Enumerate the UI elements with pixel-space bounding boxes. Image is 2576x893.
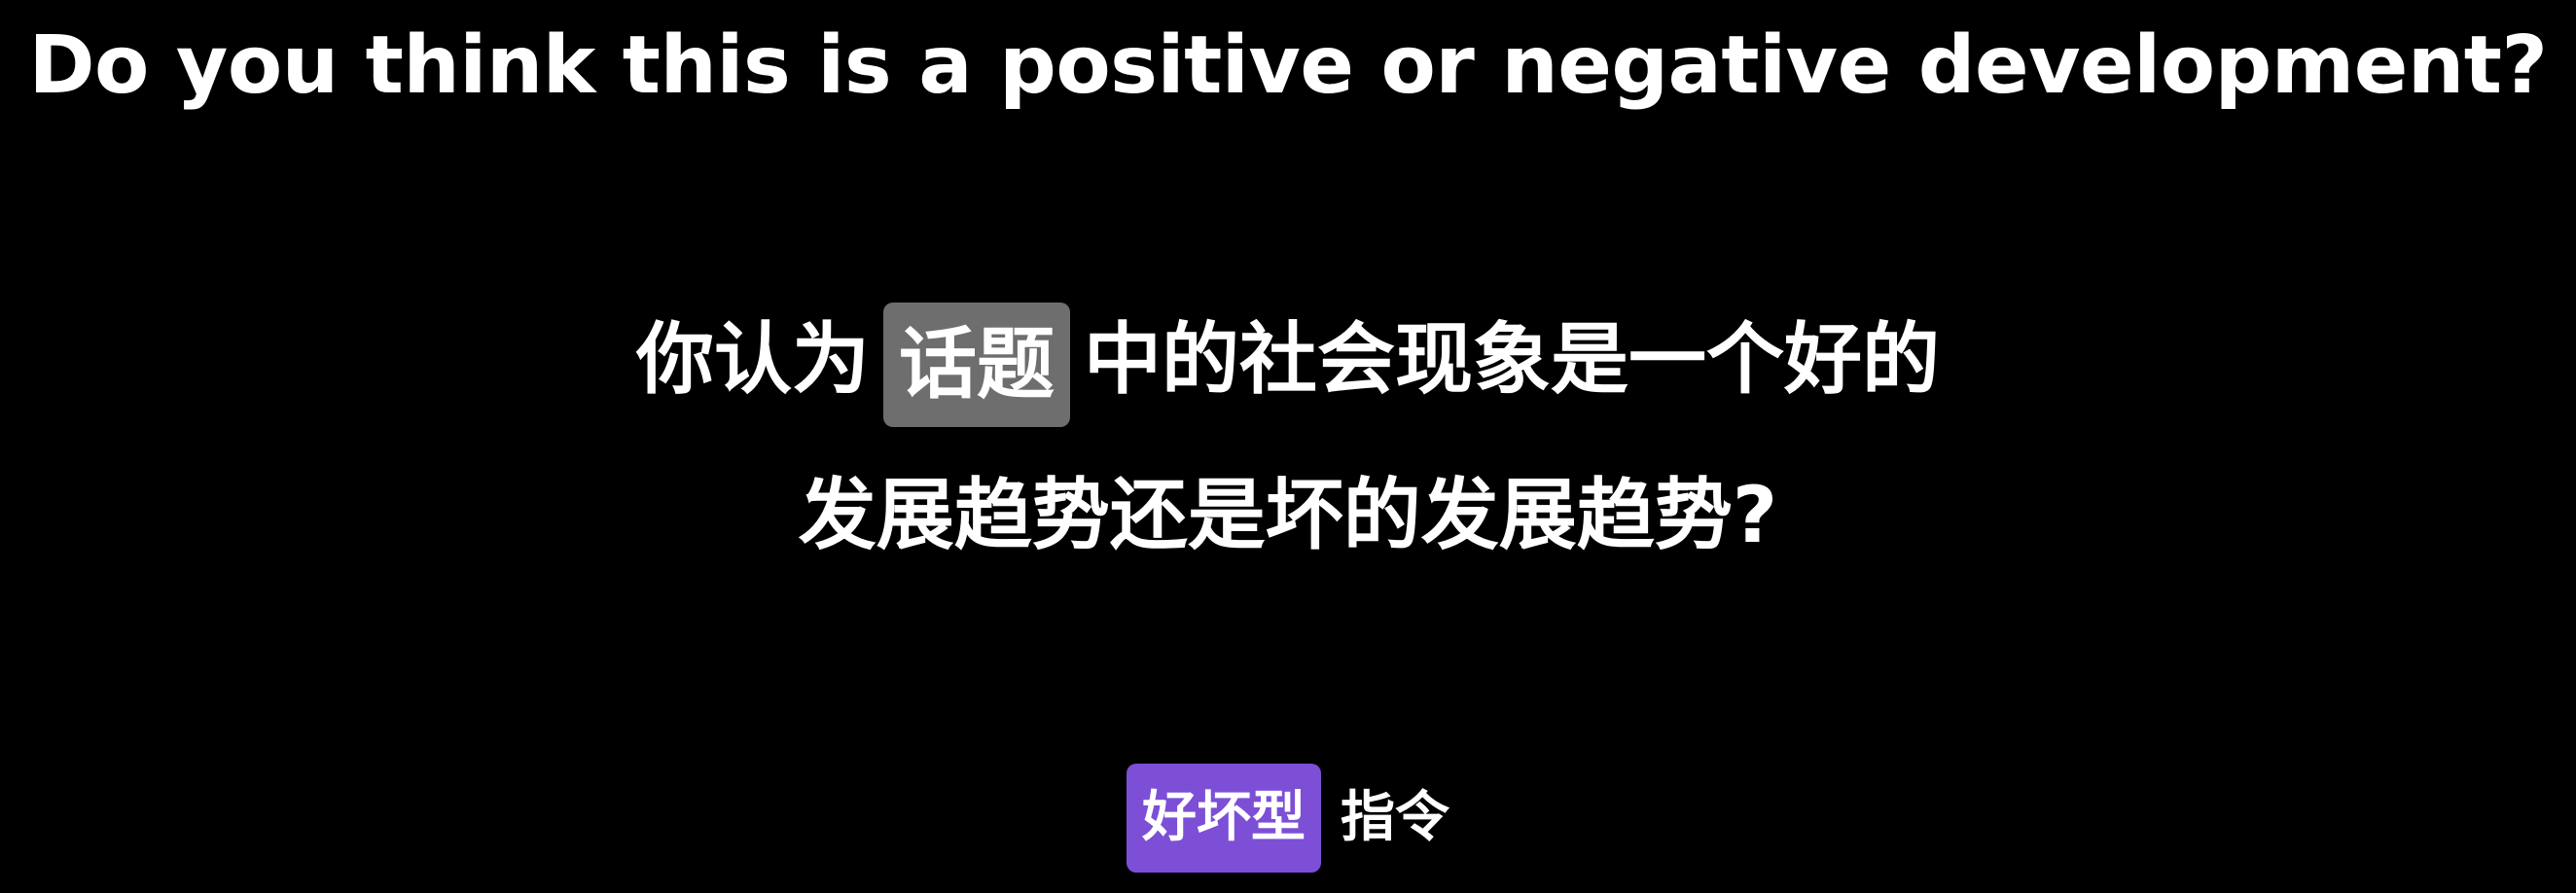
instruction-footer: 好坏型 指令 bbox=[0, 761, 2576, 873]
topic-placeholder-tag: 话题 bbox=[883, 303, 1070, 428]
chinese-question-line-2: 发展趋势还是坏的发展趋势? bbox=[798, 470, 1778, 560]
question-prefix: 你认为 bbox=[636, 314, 870, 405]
english-question-heading: Do you think this is a positive or negat… bbox=[28, 19, 2548, 112]
instruction-type-badge: 好坏型 bbox=[1127, 763, 1321, 873]
instruction-label: 指令 bbox=[1341, 785, 1449, 849]
chinese-question-line-1: 你认为 话题 中的社会现象是一个好的 bbox=[0, 302, 2576, 428]
question-suffix: 中的社会现象是一个好的 bbox=[1084, 314, 1940, 405]
